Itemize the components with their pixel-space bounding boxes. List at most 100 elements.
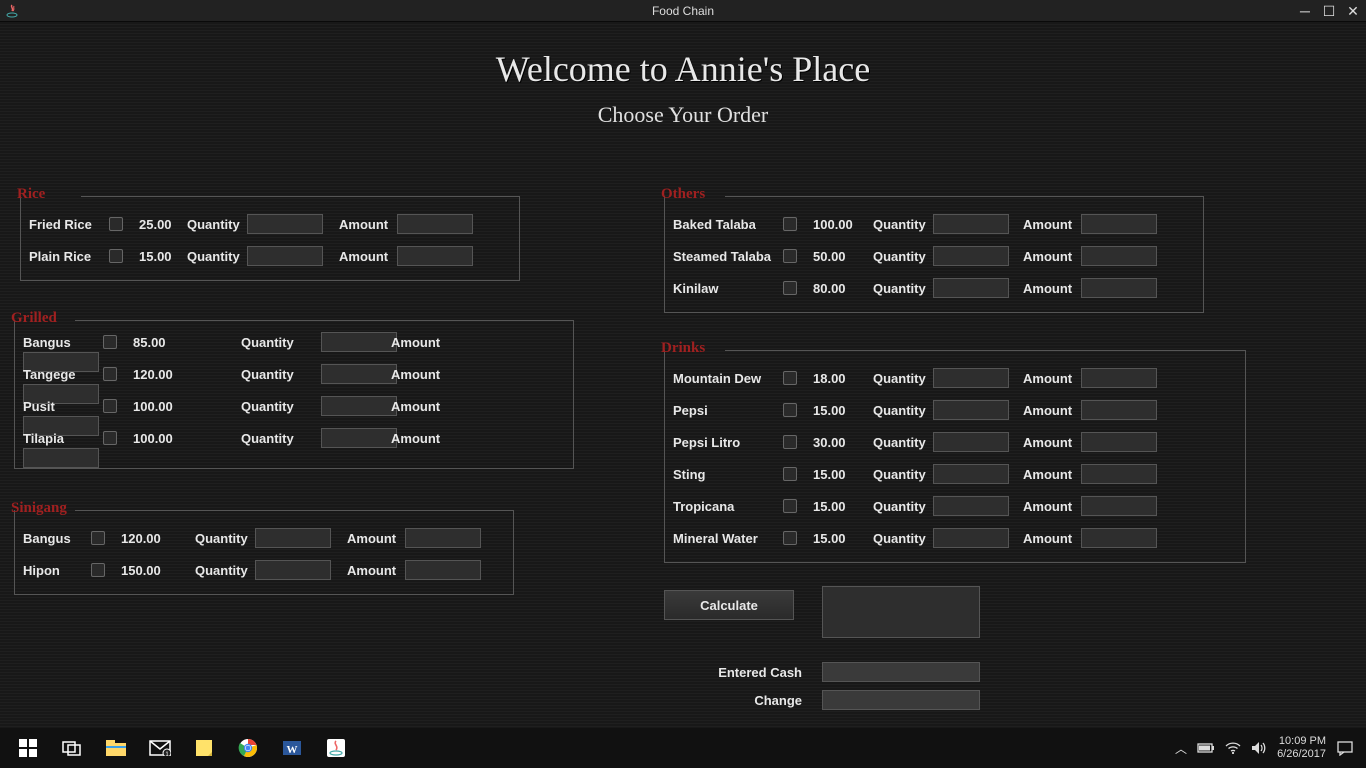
quantity-input[interactable] <box>933 464 1009 484</box>
item-name: Sting <box>673 467 783 482</box>
quantity-input[interactable] <box>247 246 323 266</box>
window-maximize-button[interactable]: ☐ <box>1320 4 1338 18</box>
item-row: Hipon150.00QuantityAmount <box>23 554 505 586</box>
item-checkbox[interactable] <box>783 217 797 231</box>
item-row: Baked Talaba100.00QuantityAmount <box>673 208 1195 240</box>
item-checkbox[interactable] <box>109 249 123 263</box>
change-output[interactable] <box>822 690 980 710</box>
item-checkbox[interactable] <box>783 531 797 545</box>
group-drinks: Drinks Mountain Dew18.00QuantityAmountPe… <box>664 350 1246 563</box>
amount-input[interactable] <box>1081 214 1157 234</box>
amount-input[interactable] <box>1081 368 1157 388</box>
amount-input[interactable] <box>23 448 99 468</box>
amount-input[interactable] <box>1081 400 1157 420</box>
totals-area: Calculate Entered Cash Change <box>664 590 794 620</box>
item-checkbox[interactable] <box>783 281 797 295</box>
window-minimize-button[interactable]: ─ <box>1296 4 1314 18</box>
item-name: Bangus <box>23 335 103 350</box>
item-name: Pepsi Litro <box>673 435 783 450</box>
battery-icon[interactable] <box>1197 742 1215 754</box>
amount-label: Amount <box>1023 249 1081 264</box>
quantity-input[interactable] <box>321 396 397 416</box>
amount-label: Amount <box>339 249 397 264</box>
quantity-input[interactable] <box>933 432 1009 452</box>
amount-input[interactable] <box>397 246 473 266</box>
taskbar-app-word[interactable]: W <box>270 728 314 768</box>
quantity-input[interactable] <box>933 368 1009 388</box>
quantity-input[interactable] <box>255 560 331 580</box>
taskbar-app-sticky-notes[interactable] <box>182 728 226 768</box>
quantity-input[interactable] <box>255 528 331 548</box>
item-name: Kinilaw <box>673 281 783 296</box>
tray-show-hidden-icon[interactable]: ︿ <box>1175 740 1187 757</box>
taskbar-app-chrome[interactable] <box>226 728 270 768</box>
item-row: Pepsi15.00QuantityAmount <box>673 394 1237 426</box>
item-price: 100.00 <box>803 217 861 232</box>
start-button[interactable] <box>6 728 50 768</box>
item-checkbox[interactable] <box>91 563 105 577</box>
item-checkbox[interactable] <box>103 335 117 349</box>
taskbar-app-java[interactable] <box>314 728 358 768</box>
item-row: Sting15.00QuantityAmount <box>673 458 1237 490</box>
quantity-input[interactable] <box>321 428 397 448</box>
item-checkbox[interactable] <box>103 399 117 413</box>
quantity-input[interactable] <box>933 246 1009 266</box>
item-price: 80.00 <box>803 281 861 296</box>
item-checkbox[interactable] <box>783 249 797 263</box>
amount-input[interactable] <box>1081 528 1157 548</box>
amount-input[interactable] <box>405 528 481 548</box>
item-checkbox[interactable] <box>103 367 117 381</box>
item-price: 15.00 <box>129 249 187 264</box>
quantity-label: Quantity <box>873 217 933 232</box>
taskbar-app-mail[interactable]: 1 <box>138 728 182 768</box>
volume-icon[interactable] <box>1251 741 1267 755</box>
item-checkbox[interactable] <box>91 531 105 545</box>
quantity-label: Quantity <box>241 431 321 446</box>
quantity-input[interactable] <box>933 496 1009 516</box>
taskbar-app-file-explorer[interactable] <box>94 728 138 768</box>
notifications-icon[interactable] <box>1336 740 1354 756</box>
item-checkbox[interactable] <box>783 403 797 417</box>
quantity-input[interactable] <box>247 214 323 234</box>
change-label: Change <box>664 693 822 708</box>
group-grilled: Grilled Bangus85.00QuantityAmountTangege… <box>14 320 574 469</box>
task-view-button[interactable] <box>50 728 94 768</box>
quantity-input[interactable] <box>933 400 1009 420</box>
amount-input[interactable] <box>397 214 473 234</box>
amount-input[interactable] <box>1081 496 1157 516</box>
item-checkbox[interactable] <box>103 431 117 445</box>
item-checkbox[interactable] <box>109 217 123 231</box>
amount-input[interactable] <box>1081 246 1157 266</box>
item-checkbox[interactable] <box>783 435 797 449</box>
calculate-button[interactable]: Calculate <box>664 590 794 620</box>
group-sinigang-title: Sinigang <box>9 500 69 517</box>
item-price: 15.00 <box>803 467 861 482</box>
amount-label: Amount <box>1023 467 1081 482</box>
item-row: Bangus120.00QuantityAmount <box>23 522 505 554</box>
quantity-input[interactable] <box>321 364 397 384</box>
item-checkbox[interactable] <box>783 371 797 385</box>
page-title: Welcome to Annie's Place <box>0 48 1366 90</box>
entered-cash-input[interactable] <box>822 662 980 682</box>
amount-label: Amount <box>1023 371 1081 386</box>
amount-input[interactable] <box>1081 464 1157 484</box>
taskbar-clock[interactable]: 10:09 PM 6/26/2017 <box>1277 735 1326 761</box>
item-checkbox[interactable] <box>783 467 797 481</box>
item-checkbox[interactable] <box>783 499 797 513</box>
item-price: 85.00 <box>123 335 181 350</box>
item-price: 120.00 <box>111 531 169 546</box>
window-close-button[interactable]: ✕ <box>1344 4 1362 18</box>
quantity-label: Quantity <box>241 399 321 414</box>
quantity-input[interactable] <box>321 332 397 352</box>
amount-input[interactable] <box>405 560 481 580</box>
quantity-input[interactable] <box>933 214 1009 234</box>
item-price: 15.00 <box>803 499 861 514</box>
entered-cash-label: Entered Cash <box>664 665 822 680</box>
amount-input[interactable] <box>1081 278 1157 298</box>
wifi-icon[interactable] <box>1225 742 1241 754</box>
item-row: Bangus85.00QuantityAmount <box>23 332 565 364</box>
quantity-input[interactable] <box>933 278 1009 298</box>
amount-input[interactable] <box>1081 432 1157 452</box>
group-others-title: Others <box>659 186 707 203</box>
quantity-input[interactable] <box>933 528 1009 548</box>
